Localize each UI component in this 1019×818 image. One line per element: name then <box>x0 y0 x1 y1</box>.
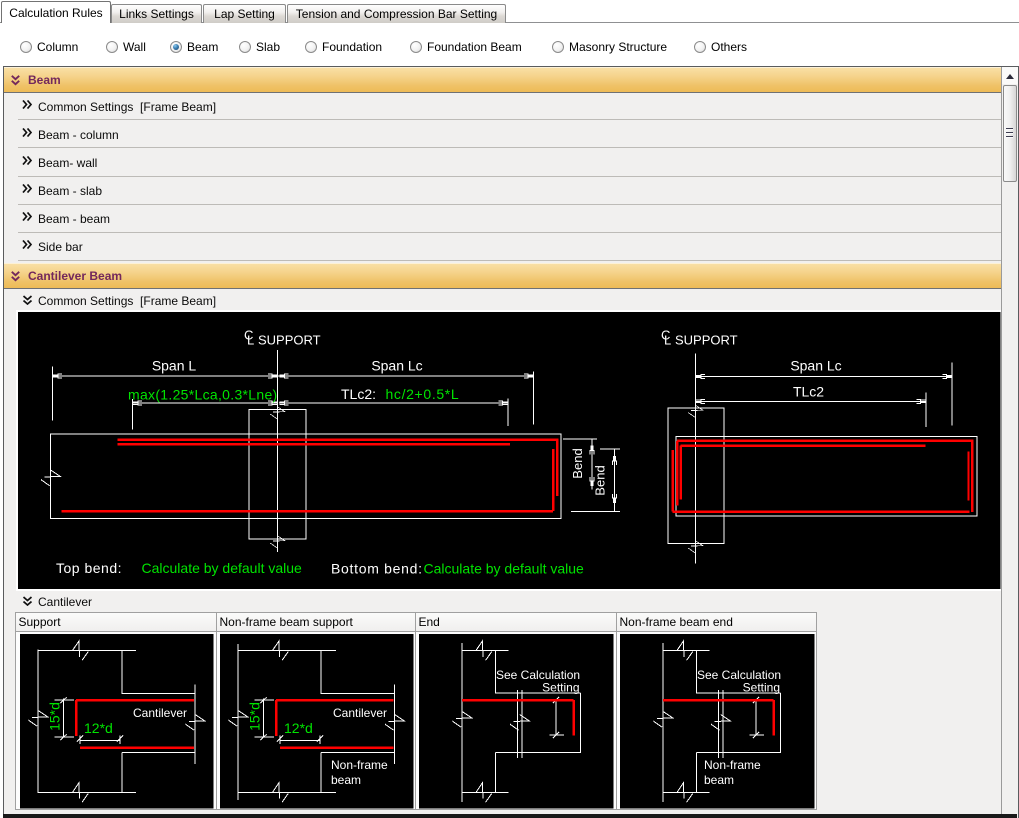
svg-text:15*d: 15*d <box>47 702 63 731</box>
svg-text:beam: beam <box>331 773 361 787</box>
svg-text:15*d: 15*d <box>247 702 263 731</box>
svg-text:Calculate by default value: Calculate by default value <box>142 560 303 576</box>
svg-text:Setting: Setting <box>542 681 579 695</box>
svg-text:Cantilever: Cantilever <box>133 706 187 720</box>
svg-text:TLc2: TLc2 <box>793 383 824 399</box>
svg-text:max(1.25*Lca,0.3*Lne): max(1.25*Lca,0.3*Lne) <box>128 386 278 402</box>
svg-text:Bottom bend:: Bottom bend: <box>331 560 423 576</box>
svg-text:Calculate by default value: Calculate by default value <box>424 560 585 576</box>
svg-text:TLc2:: TLc2: <box>341 386 376 402</box>
svg-text:beam: beam <box>704 773 734 787</box>
svg-text:Span Lc: Span Lc <box>790 357 841 373</box>
svg-text:hc/2+0.5*L: hc/2+0.5*L <box>386 386 460 402</box>
svg-text:Setting: Setting <box>743 681 780 695</box>
svg-text:SUPPORT: SUPPORT <box>258 332 321 347</box>
svg-text:Cantilever: Cantilever <box>333 706 387 720</box>
svg-text:Bend: Bend <box>570 448 585 478</box>
svg-text:12*d: 12*d <box>284 720 313 736</box>
svg-text:SUPPORT: SUPPORT <box>675 332 738 347</box>
svg-text:Non-frame: Non-frame <box>704 758 761 772</box>
svg-text:Non-frame: Non-frame <box>331 758 388 772</box>
svg-text:Span Lc: Span Lc <box>371 357 422 373</box>
svg-text:Bend: Bend <box>593 465 608 495</box>
svg-text:12*d: 12*d <box>84 720 113 736</box>
svg-text:Span L: Span L <box>152 357 197 373</box>
svg-text:L: L <box>664 332 671 347</box>
svg-text:L: L <box>247 332 254 347</box>
svg-text:Top bend:: Top bend: <box>56 560 122 576</box>
